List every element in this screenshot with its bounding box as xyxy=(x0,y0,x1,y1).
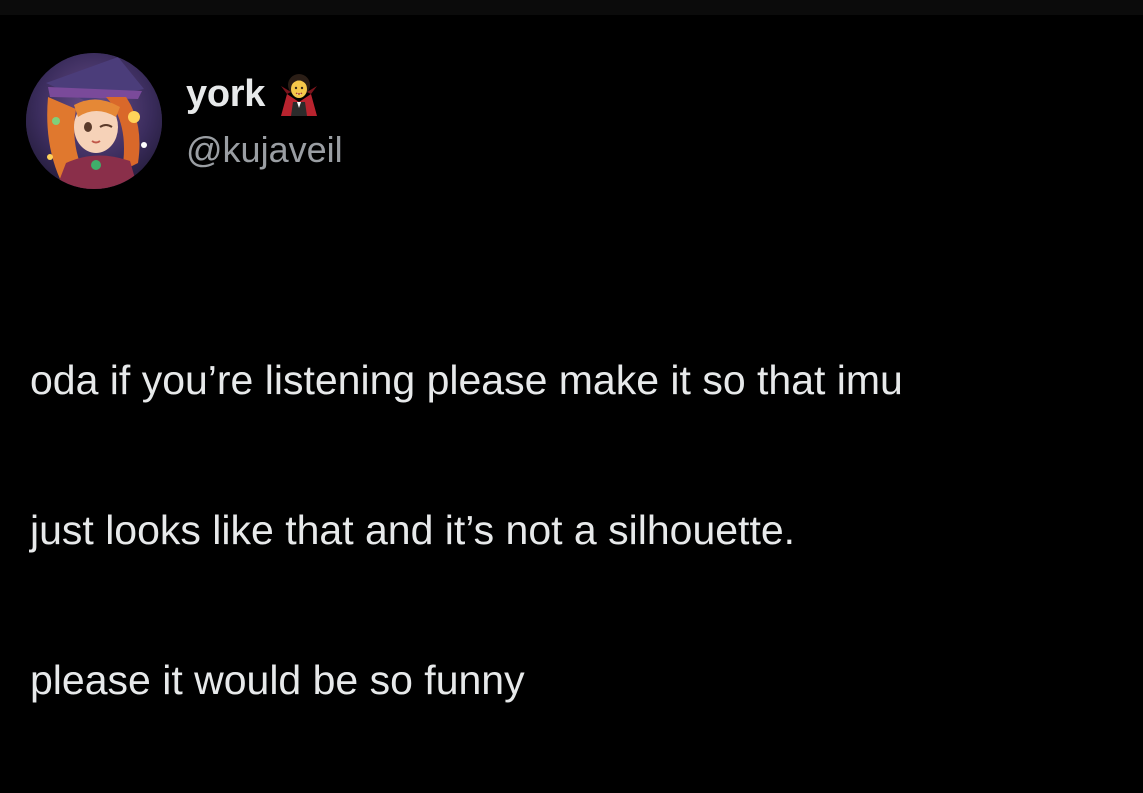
avatar-image xyxy=(26,53,162,189)
tweet-text-line: please it would be so funny xyxy=(30,657,525,703)
tweet-text: oda if you’re listening please make it s… xyxy=(30,268,1130,793)
top-strip xyxy=(0,0,1143,15)
display-name[interactable]: york xyxy=(186,73,265,116)
tweet-text-line: oda if you’re listening please make it s… xyxy=(30,357,903,403)
handle[interactable]: @kujaveil xyxy=(186,129,343,171)
tweet: york @kujaveil oda if you’re listening p… xyxy=(0,15,1143,703)
vampire-emoji-icon xyxy=(281,74,318,116)
tweet-text-line: just looks like that and it’s not a silh… xyxy=(30,507,796,553)
avatar[interactable] xyxy=(26,53,162,189)
author-name-row: york xyxy=(186,71,321,117)
